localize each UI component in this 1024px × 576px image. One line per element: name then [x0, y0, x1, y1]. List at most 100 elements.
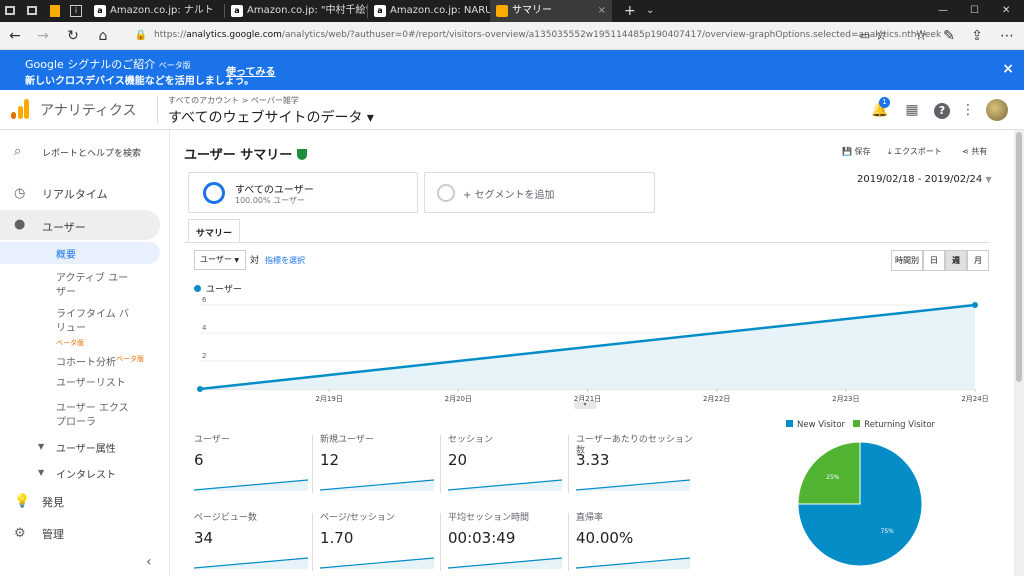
tab-list-icon[interactable]: ⌄	[640, 0, 660, 22]
metric-sparkline	[194, 479, 308, 491]
metric-card[interactable]: ユーザー 6	[194, 435, 311, 495]
tab-summary-view[interactable]: サマリー	[188, 219, 241, 243]
close-tab-icon[interactable]: ×	[598, 0, 606, 22]
metric-select[interactable]: ユーザー ▼	[194, 250, 246, 270]
metric-value: 12	[320, 451, 340, 469]
sidebar-item-user[interactable]: ● ユーザー	[0, 210, 160, 240]
help-icon[interactable]: ?	[932, 100, 952, 120]
tab-amazon-2[interactable]: a Amazon.co.jp: "中村千絵": F	[225, 0, 367, 22]
sidebar-subitem-user-list[interactable]: ユーザーリスト	[56, 377, 136, 391]
segment-all-users[interactable]: すべてのユーザー 100.00% ユーザー	[188, 172, 418, 213]
tab-amazon-1[interactable]: a Amazon.co.jp: ナルト	[88, 0, 224, 22]
clock-icon: ◷	[14, 186, 26, 201]
close-notification-icon[interactable]: ×	[1002, 61, 1014, 77]
metric-select-value: ユーザー	[200, 255, 232, 264]
metric-card[interactable]: ページビュー数 34	[194, 513, 311, 573]
metric-label: ページ/セッション	[320, 513, 395, 523]
url-field[interactable]: https://analytics.google.com/analytics/w…	[154, 30, 941, 40]
breadcrumb[interactable]: すべてのアカウント > ペーパー雑学	[168, 95, 299, 106]
metric-card[interactable]: ユーザーあたりのセッション数 3.33	[576, 435, 693, 495]
notification-line1: Google シグナルのご紹介	[25, 58, 156, 71]
ga-icon	[496, 5, 508, 17]
period-week-button[interactable]: 週	[945, 250, 967, 271]
tab-pinned-ga[interactable]	[46, 0, 64, 22]
forward-icon[interactable]: →	[28, 22, 58, 50]
tab-summary[interactable]: サマリー ×	[490, 0, 612, 22]
x-tick-label: 2月19日	[315, 395, 342, 403]
search-label: レポートとヘルプを検索	[42, 149, 142, 159]
share-icon: ⋖	[962, 147, 969, 156]
tab-amazon-3[interactable]: a Amazon.co.jp: NARUTO-ナル	[368, 0, 490, 22]
pen-icon[interactable]: ✎	[934, 22, 964, 50]
legend-swatch-new	[786, 420, 793, 427]
sidebar-item-label: リアルタイム	[42, 188, 108, 201]
sidebar-subitem-user-explorer[interactable]: ユーザー エクスプローラ	[56, 402, 136, 430]
period-month-button[interactable]: 月	[967, 250, 989, 271]
users-line-chart: 6422月19日 2月20日 2月21日 2月22日 2月23日 2月24日	[197, 296, 989, 403]
amazon-icon: a	[94, 5, 106, 17]
sidebar-item-label: ユーザー属性	[56, 444, 116, 455]
favorites-icon[interactable]: ☆	[906, 22, 936, 50]
legend-swatch-returning	[853, 420, 861, 427]
analytics-logo-icon[interactable]	[10, 98, 30, 120]
new-tab-icon[interactable]: +	[618, 0, 638, 22]
verified-shield-icon	[297, 149, 308, 160]
metric-label: 直帰率	[576, 513, 604, 523]
tab-preview-icon[interactable]	[22, 0, 44, 22]
avatar[interactable]	[986, 99, 1008, 121]
back-icon[interactable]: ←	[0, 22, 30, 50]
window-menu-icon[interactable]	[0, 0, 20, 22]
metric-card[interactable]: セッション 20	[448, 435, 565, 495]
close-window-icon[interactable]: ✕	[996, 0, 1016, 22]
add-segment-button[interactable]: + セグメントを追加	[424, 172, 655, 213]
x-tick-label: 2月24日	[961, 395, 988, 403]
sidebar-item-label: 発見	[42, 496, 64, 509]
search-icon: ⌕	[14, 144, 22, 159]
sidebar-subitem-cohort[interactable]: コホート分析ベータ版	[56, 352, 156, 370]
scrollbar-thumb[interactable]	[1016, 132, 1022, 382]
export-button[interactable]: ⤓ エクスポート	[888, 146, 942, 157]
select-metric-link[interactable]: 指標を選択	[265, 255, 305, 266]
url-host: analytics.google.com	[186, 30, 282, 40]
metric-card[interactable]: ページ/セッション 1.70	[320, 513, 437, 573]
date-range-picker[interactable]: 2019/02/18 - 2019/02/24 ▼	[857, 174, 992, 185]
metric-value: 1.70	[320, 529, 354, 547]
sidebar-subitem-active-users[interactable]: アクティブ ユーザー	[56, 272, 136, 300]
period-day-button[interactable]: 日	[923, 250, 945, 271]
property-selector[interactable]: すべてのウェブサイトのデータ ▾	[168, 107, 374, 127]
home-icon[interactable]: ⌂	[88, 22, 118, 50]
pie-slice-label: 75%	[881, 528, 895, 535]
period-hourly-button[interactable]: 時間別	[891, 250, 923, 271]
date-range-text: 2019/02/18 - 2019/02/24	[857, 174, 983, 185]
person-icon: ●	[14, 217, 26, 232]
x-tick-label: 2月22日	[703, 395, 730, 403]
apps-grid-icon[interactable]: ▦	[902, 100, 922, 120]
sidebar: ⌕ レポートとヘルプを検索 ◷ リアルタイム ● ユーザー 概要 アクティブ ユーザー…	[0, 130, 170, 576]
more-icon[interactable]: ⋯	[992, 22, 1022, 50]
share-browser-icon[interactable]: ⇪	[962, 22, 992, 50]
sidebar-subitem-overview[interactable]: 概要	[0, 242, 160, 264]
save-button[interactable]: 💾 保存	[842, 146, 871, 157]
legend-dot	[194, 285, 201, 292]
page-scrollbar[interactable]	[1014, 130, 1024, 576]
metric-value: 6	[194, 451, 204, 469]
sidebar-subitem-lifetime-value[interactable]: ライフタイム バリュー ベータ版	[56, 308, 136, 350]
segment-percent: 100.00% ユーザー	[235, 196, 305, 205]
metric-card[interactable]: 平均セッション時間 00:03:49	[448, 513, 565, 573]
refresh-icon[interactable]: ↻	[58, 22, 88, 50]
caret-down-icon: ▼	[38, 442, 45, 451]
metric-label: ページビュー数	[194, 513, 257, 523]
more-vert-icon[interactable]: ⋮	[958, 100, 978, 120]
share-button[interactable]: ⋖ 共有	[962, 146, 987, 157]
maximize-icon[interactable]: ☐	[964, 0, 984, 22]
chart-resize-handle[interactable]: ▾	[574, 401, 596, 409]
collapse-sidebar-icon[interactable]: ‹	[146, 554, 152, 570]
metric-card[interactable]: 直帰率 40.00%	[576, 513, 693, 573]
favorite-star-icon[interactable]: ☆	[866, 22, 896, 50]
tab-pinned-app[interactable]: i	[66, 0, 86, 22]
notification-title: Google シグナルのご紹介 ベータ版	[25, 56, 191, 72]
notifications-bell-icon[interactable]: 🔔 1	[870, 97, 890, 120]
metric-card[interactable]: 新規ユーザー 12	[320, 435, 437, 495]
try-it-link[interactable]: 使ってみる	[226, 63, 276, 78]
minimize-icon[interactable]: —	[932, 0, 952, 22]
